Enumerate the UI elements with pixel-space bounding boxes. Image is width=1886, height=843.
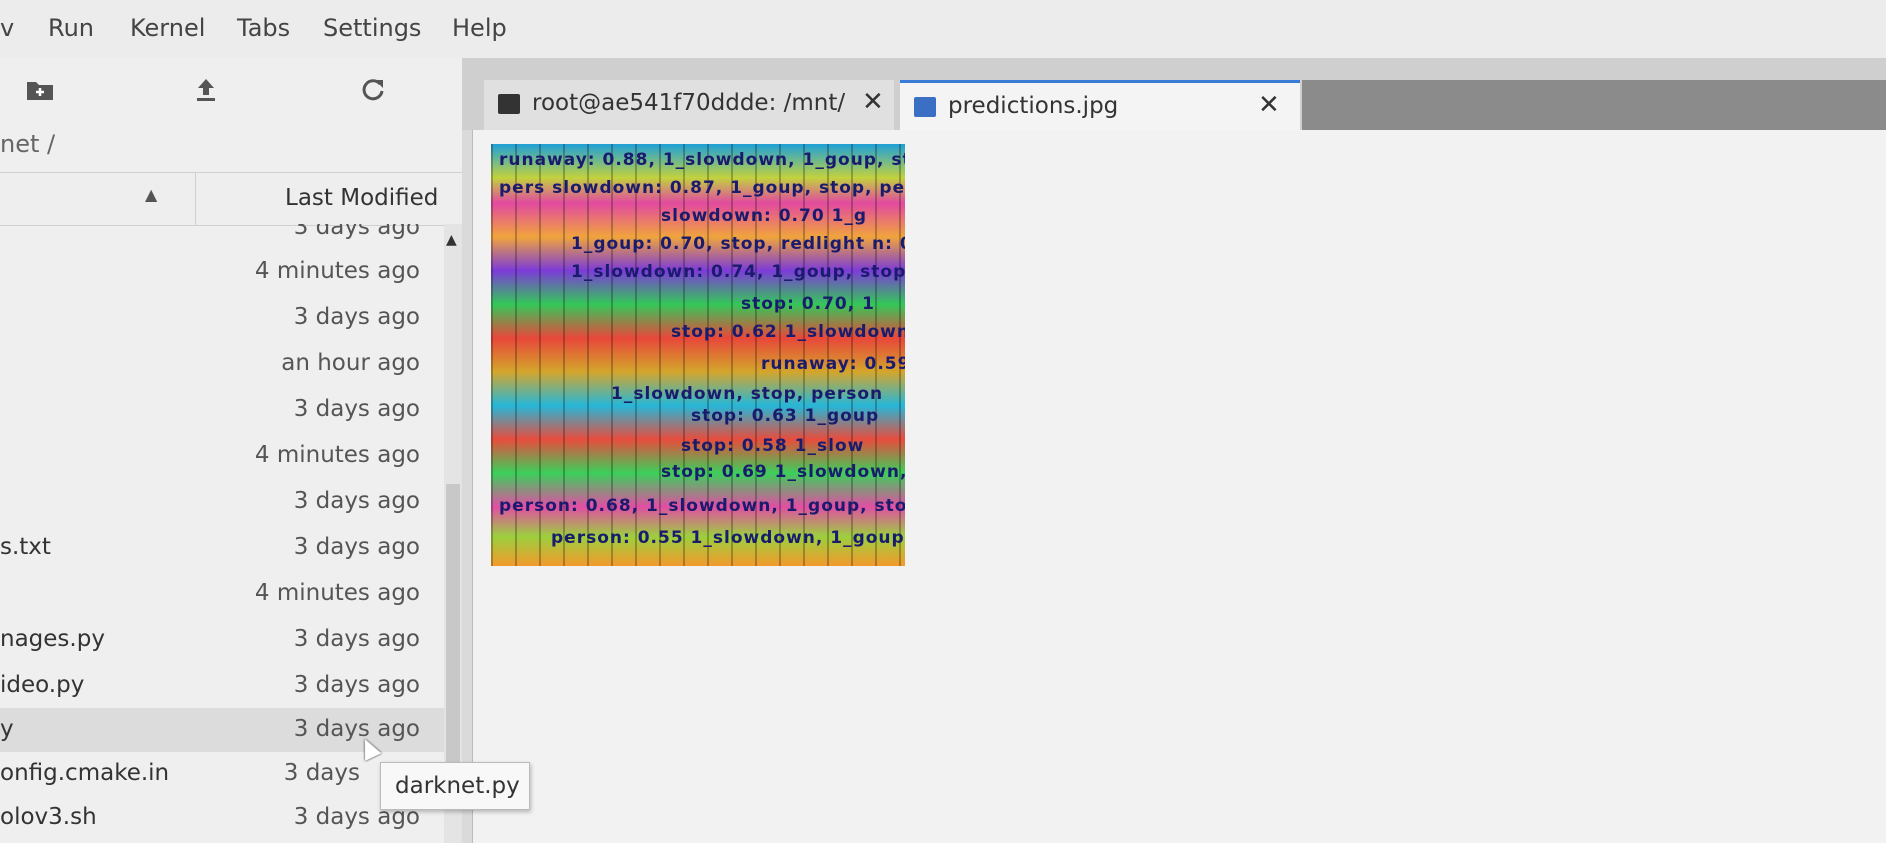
new-folder-icon <box>27 82 53 100</box>
detection-label: person: 0.68, 1_slowdown, 1_goup, stop, <box>499 496 905 516</box>
file-modified: 4 minutes ago <box>254 258 420 284</box>
image-icon <box>914 97 936 117</box>
file-row[interactable]: 3 days ago <box>0 224 450 250</box>
predictions-image: runaway: 0.88, 1_slowdown, 1_goup, sto p… <box>491 144 905 566</box>
close-icon[interactable]: ✕ <box>862 87 884 117</box>
menu-help[interactable]: Help <box>452 14 507 42</box>
main-area: root@ae541f70ddde: /mnt/ ✕ predictions.j… <box>462 58 1886 843</box>
tab-bar: root@ae541f70ddde: /mnt/ ✕ predictions.j… <box>462 58 1886 130</box>
detection-label: 1_slowdown, stop, person <box>611 384 884 404</box>
file-row-selected[interactable]: y 3 days ago <box>0 708 450 752</box>
close-icon[interactable]: ✕ <box>1258 90 1280 120</box>
file-name: onfig.cmake.in <box>0 760 170 786</box>
detection-label: runaway: 0.88, 1_slowdown, 1_goup, sto <box>499 150 905 170</box>
detection-label: stop: 0.62 1_slowdown <box>671 322 905 342</box>
file-modified: 3 days ago <box>293 396 420 422</box>
terminal-icon <box>498 94 520 114</box>
detection-label: pers slowdown: 0.87, 1_goup, stop, pers <box>499 178 905 198</box>
upload-button[interactable] <box>186 72 226 108</box>
file-modified: 3 days ago <box>293 626 420 652</box>
file-modified: 3 days ago <box>293 716 420 742</box>
file-list-header: ▲ Last Modified <box>0 172 462 226</box>
file-modified: 3 days ago <box>293 534 420 560</box>
file-row[interactable]: 4 minutes ago <box>0 572 450 616</box>
file-name: nages.py <box>0 626 105 652</box>
file-row[interactable]: 4 minutes ago <box>0 250 450 294</box>
detection-label: runaway: 0.59 <box>761 354 905 374</box>
scroll-up-icon[interactable]: ▲ <box>446 232 457 248</box>
detection-label: stop: 0.63 1_goup <box>691 406 880 426</box>
file-row[interactable]: 4 minutes ago <box>0 434 450 478</box>
menu-tabs[interactable]: Tabs <box>237 14 290 42</box>
file-name: olov3.sh <box>0 804 97 830</box>
detection-label: stop: 0.58 1_slow <box>681 436 865 456</box>
menu-bar: v Run Kernel Tabs Settings Help <box>0 0 1886 58</box>
file-modified: 3 days ago <box>293 224 420 240</box>
tab-predictions-label: predictions.jpg <box>948 93 1119 119</box>
file-modified: 3 days ago <box>293 304 420 330</box>
sort-ascending-icon[interactable]: ▲ <box>145 185 157 204</box>
tooltip: darknet.py <box>380 762 530 810</box>
breadcrumb[interactable]: net / <box>0 130 55 158</box>
tab-predictions[interactable]: predictions.jpg ✕ <box>900 80 1300 130</box>
refresh-icon <box>362 79 384 101</box>
detection-label: 1_slowdown: 0.74, 1_goup, stop, <box>571 262 905 282</box>
file-modified: 4 minutes ago <box>254 442 420 468</box>
scrollbar-thumb[interactable] <box>446 484 460 785</box>
file-row[interactable]: 3 days ago <box>0 480 450 524</box>
detection-label: person: 0.55 1_slowdown, 1_goup <box>551 528 905 548</box>
file-modified: 4 minutes ago <box>254 580 420 606</box>
menu-kernel[interactable]: Kernel <box>130 14 205 42</box>
detection-label: slowdown: 0.70 1_g <box>661 206 868 226</box>
file-modified: 3 days ago <box>293 488 420 514</box>
upload-icon <box>197 79 215 101</box>
file-row[interactable]: s.txt 3 days ago <box>0 526 450 570</box>
tooltip-text: darknet.py <box>395 773 520 799</box>
file-list-scrollbar[interactable]: ▲ <box>444 224 462 843</box>
file-row[interactable]: 3 days ago <box>0 296 450 340</box>
file-row[interactable]: nages.py 3 days ago <box>0 618 450 662</box>
detection-label: 1_goup: 0.70, stop, redlight n: 0 <box>571 234 905 254</box>
column-divider[interactable] <box>195 173 196 225</box>
file-name: s.txt <box>0 534 51 560</box>
tab-terminal[interactable]: root@ae541f70ddde: /mnt/ ✕ <box>484 80 894 130</box>
last-modified-column-header[interactable]: Last Modified <box>285 185 438 211</box>
file-list: 3 days ago 4 minutes ago 3 days ago an h… <box>0 224 450 843</box>
menu-settings[interactable]: Settings <box>323 14 421 42</box>
refresh-button[interactable] <box>353 72 393 108</box>
file-row[interactable]: ideo.py 3 days ago <box>0 664 450 708</box>
new-folder-button[interactable] <box>20 72 60 108</box>
menu-view[interactable]: v <box>0 14 14 42</box>
menu-run[interactable]: Run <box>48 14 94 42</box>
file-name: y <box>0 716 14 742</box>
file-modified: an hour ago <box>281 350 420 376</box>
detection-label: stop: 0.70, 1 <box>741 294 875 314</box>
file-name: ideo.py <box>0 672 85 698</box>
file-modified: 3 days ago <box>293 672 420 698</box>
file-modified: 3 days <box>283 760 360 786</box>
tab-bar-empty-area <box>1302 80 1886 130</box>
file-row[interactable]: 3 days ago <box>0 388 450 432</box>
tab-terminal-label: root@ae541f70ddde: /mnt/ <box>532 90 846 116</box>
image-viewer-panel: runaway: 0.88, 1_slowdown, 1_goup, sto p… <box>472 130 1886 843</box>
detection-label: stop: 0.69 1_slowdown, <box>661 462 905 482</box>
file-row[interactable]: an hour ago <box>0 342 450 386</box>
